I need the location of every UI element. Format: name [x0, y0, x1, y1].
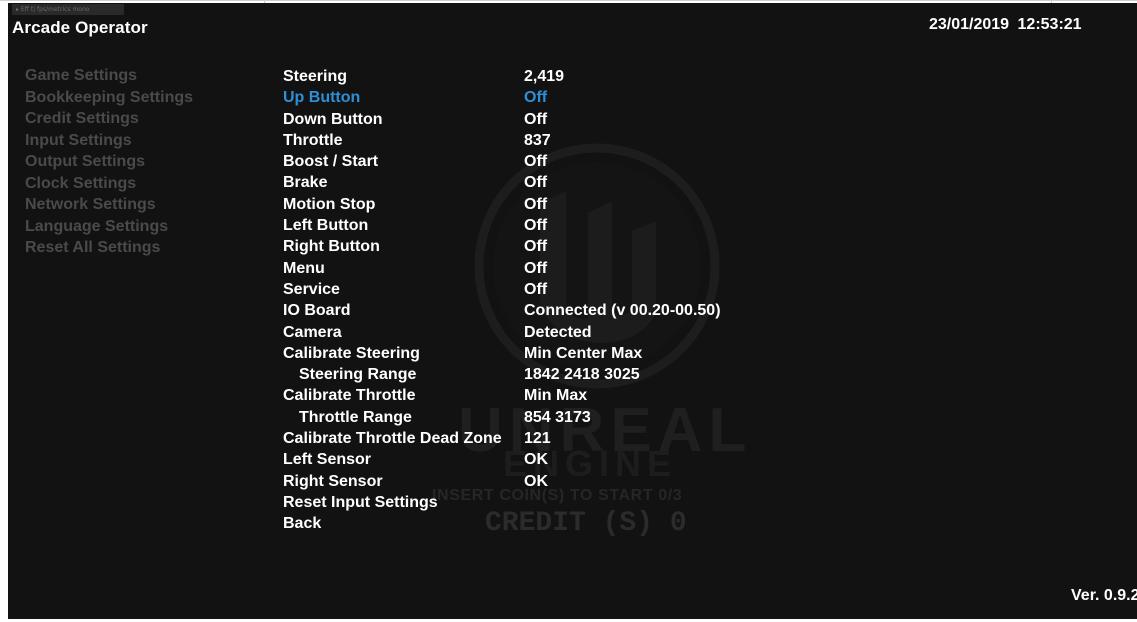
reset-input-settings-button[interactable]: Reset Input Settings: [283, 492, 843, 513]
setting-value: Off: [524, 174, 548, 192]
setting-value: 2,419: [524, 68, 565, 85]
setting-value: Detected: [524, 323, 592, 341]
menu-item-language-settings[interactable]: Language Settings: [25, 216, 193, 238]
setting-label: Calibrate Throttle Dead Zone: [283, 430, 502, 448]
debug-overlay-tag: ▸ Eff t| fps/metrics mono: [12, 4, 124, 15]
setting-row-left-sensor[interactable]: Left Sensor OK: [283, 449, 843, 470]
setting-row-brake[interactable]: Brake Off: [283, 172, 843, 193]
setting-label: Throttle Range: [299, 408, 412, 426]
setting-row-left-button[interactable]: Left Button Off: [283, 215, 843, 236]
setting-value: Connected (v 00.20-00.50): [524, 302, 721, 320]
setting-row-camera[interactable]: Camera Detected: [283, 322, 843, 343]
setting-label: Brake: [283, 174, 328, 192]
setting-value: OK: [524, 451, 548, 469]
back-button[interactable]: Back: [283, 513, 843, 534]
setting-row-down-button[interactable]: Down Button Off: [283, 109, 843, 130]
setting-value: Off: [524, 153, 548, 171]
setting-value: Min Max: [524, 387, 588, 405]
setting-value: Off: [524, 259, 548, 277]
setting-label: Motion Stop: [283, 195, 376, 213]
app-title: Arcade Operator: [12, 18, 148, 37]
setting-label: IO Board: [283, 302, 351, 320]
setting-label: Up Button: [283, 89, 361, 107]
setting-row-right-button[interactable]: Right Button Off: [283, 236, 843, 257]
setting-row-motion-stop[interactable]: Motion Stop Off: [283, 194, 843, 215]
setting-value: Off: [524, 110, 548, 128]
menu-item-clock-settings[interactable]: Clock Settings: [25, 173, 193, 195]
input-settings-list: Steering 2,419 Up Button Off Down Button…: [283, 66, 843, 535]
setting-row-right-sensor[interactable]: Right Sensor OK: [283, 471, 843, 492]
setting-value: Off: [524, 280, 548, 298]
setting-label: Left Sensor: [283, 451, 372, 469]
setting-label: Left Button: [283, 217, 369, 235]
setting-value: Off: [524, 195, 548, 213]
menu-item-input-settings[interactable]: Input Settings: [25, 130, 193, 152]
setting-row-throttle-range[interactable]: Throttle Range 854 3173: [283, 407, 843, 428]
setting-label: Calibrate Throttle: [283, 387, 416, 405]
operator-screen: ▸ Eff t| fps/metrics mono UNREAL ENGINE …: [8, 3, 1137, 619]
setting-row-calibrate-throttle[interactable]: Calibrate Throttle Min Max: [283, 385, 843, 406]
setting-label: Calibrate Steering: [283, 344, 420, 362]
setting-row-steering[interactable]: Steering 2,419: [283, 66, 843, 87]
menu-item-network-settings[interactable]: Network Settings: [25, 194, 193, 216]
setting-value: 121: [524, 430, 551, 448]
setting-row-menu[interactable]: Menu Off: [283, 258, 843, 279]
setting-value: 837: [524, 131, 551, 149]
setting-label: Right Button: [283, 238, 380, 256]
setting-value: 854 3173: [524, 408, 591, 426]
screen: ▸ Eff t| fps/metrics mono UNREAL ENGINE …: [0, 0, 1137, 622]
clock: 23/01/2019 12:53:21: [929, 16, 1082, 34]
menu-item-output-settings[interactable]: Output Settings: [25, 151, 193, 173]
setting-label: Camera: [283, 323, 342, 341]
setting-row-calibrate-throttle-dead-zone[interactable]: Calibrate Throttle Dead Zone 121: [283, 428, 843, 449]
setting-row-service[interactable]: Service Off: [283, 279, 843, 300]
setting-label: Back: [283, 515, 322, 533]
menu-item-game-settings[interactable]: Game Settings: [25, 65, 193, 87]
setting-value: Off: [524, 89, 548, 107]
setting-row-steering-range[interactable]: Steering Range 1842 2418 3025: [283, 364, 843, 385]
setting-row-io-board[interactable]: IO Board Connected (v 00.20-00.50): [283, 300, 843, 321]
setting-label: Down Button: [283, 110, 383, 128]
version-label: Ver. 0.9.22: [1071, 587, 1137, 604]
setting-value: 1842 2418 3025: [524, 366, 640, 384]
setting-label: Right Sensor: [283, 472, 383, 490]
setting-label: Service: [283, 280, 340, 298]
setting-value: Min Center Max: [524, 344, 643, 362]
setting-label: Boost / Start: [283, 153, 379, 171]
menu-item-reset-all-settings[interactable]: Reset All Settings: [25, 237, 193, 259]
setting-label: Menu: [283, 259, 325, 277]
clock-time: 12:53:21: [1017, 16, 1082, 33]
setting-label: Steering Range: [299, 366, 417, 384]
setting-label: Reset Input Settings: [283, 493, 438, 511]
setting-value: OK: [524, 472, 548, 490]
setting-row-throttle[interactable]: Throttle 837: [283, 130, 843, 151]
window-top-edge: [0, 0, 1137, 16]
setting-row-up-button[interactable]: Up Button Off: [283, 87, 843, 108]
setting-value: Off: [524, 238, 548, 256]
setting-label: Steering: [283, 68, 348, 85]
settings-menu: Game Settings Bookkeeping Settings Credi…: [25, 65, 193, 259]
menu-item-credit-settings[interactable]: Credit Settings: [25, 108, 193, 130]
clock-date: 23/01/2019: [929, 16, 1010, 33]
setting-label: Throttle: [283, 131, 343, 149]
setting-value: Off: [524, 217, 548, 235]
setting-row-boost-start[interactable]: Boost / Start Off: [283, 151, 843, 172]
menu-item-bookkeeping-settings[interactable]: Bookkeeping Settings: [25, 87, 193, 109]
setting-row-calibrate-steering[interactable]: Calibrate Steering Min Center Max: [283, 343, 843, 364]
